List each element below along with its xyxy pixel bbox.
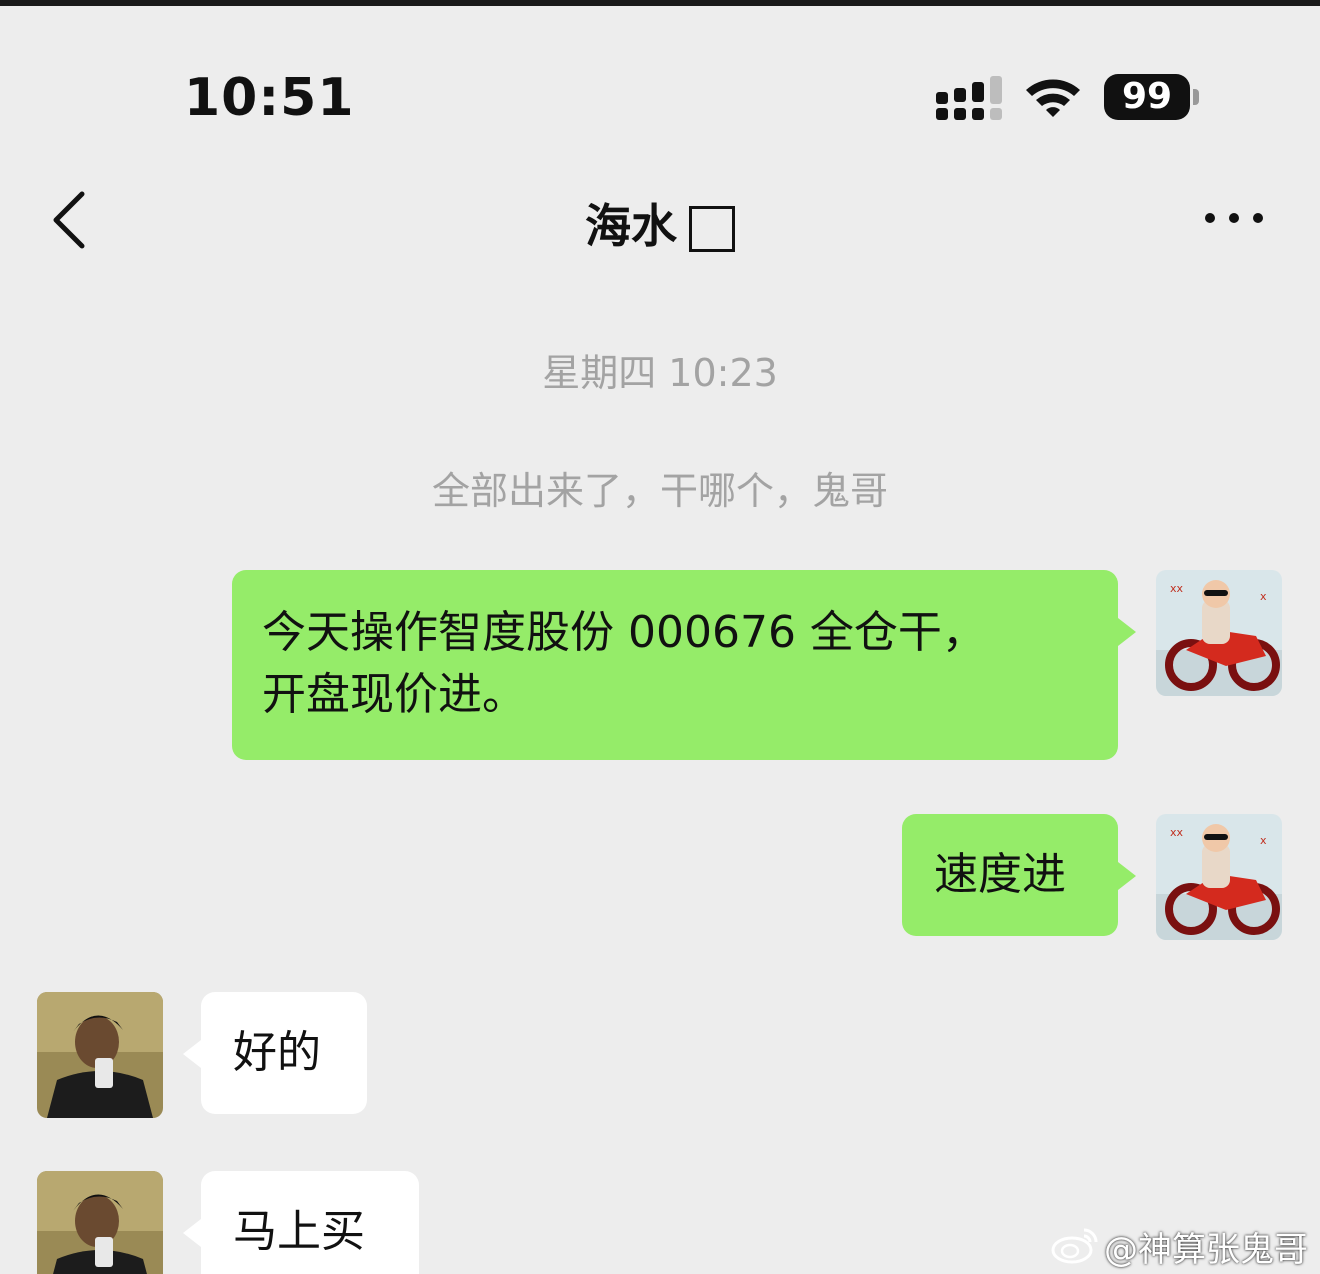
message-text: 好的	[233, 1027, 321, 1078]
message-text: 马上买	[233, 1206, 365, 1257]
contact-name: 海水	[585, 199, 677, 253]
weibo-logo-icon	[1051, 1228, 1098, 1264]
message-text: 速度进	[934, 849, 1066, 900]
bubble-tail	[183, 1219, 201, 1247]
battery-level: 99	[1104, 74, 1190, 120]
svg-text:x: x	[1260, 590, 1267, 603]
bubble-tail	[1118, 862, 1136, 890]
svg-text:x: x	[1260, 834, 1267, 847]
chat-screen: 10:51 99 海水 星期四 10:23 全部出来了，干哪个，鬼哥 今天操作智…	[0, 0, 1320, 1274]
bubble-tail	[183, 1040, 201, 1068]
more-options-icon[interactable]	[1202, 210, 1266, 226]
avatar-contact[interactable]	[37, 1171, 163, 1274]
bubble-tail	[1118, 618, 1136, 646]
missing-glyph-box	[689, 206, 735, 252]
svg-text:xx: xx	[1170, 582, 1184, 595]
top-edge	[0, 0, 1320, 6]
wifi-icon	[1026, 79, 1080, 117]
chat-title: 海水	[0, 190, 1320, 256]
message-text-line: 开盘现价进。	[262, 669, 526, 720]
avatar-contact[interactable]	[37, 992, 163, 1118]
message-bubble-contact[interactable]: 好的	[201, 992, 367, 1114]
svg-text:xx: xx	[1170, 826, 1184, 839]
cellular-signal-icon	[936, 76, 1002, 120]
avatar-self[interactable]: xx x	[1156, 814, 1282, 940]
battery-tip	[1193, 89, 1199, 105]
message-bubble-self[interactable]: 速度进	[902, 814, 1118, 936]
message-bubble-self[interactable]: 今天操作智度股份 000676 全仓干， 开盘现价进。	[232, 570, 1118, 760]
avatar-self[interactable]: xx x	[1156, 570, 1282, 696]
battery-indicator: 99	[1104, 74, 1200, 120]
message-text-line: 今天操作智度股份 000676 全仓干，	[262, 607, 986, 658]
watermark-text: @神算张鬼哥	[1104, 1230, 1308, 1270]
system-message: 全部出来了，干哪个，鬼哥	[431, 469, 888, 513]
message-bubble-contact[interactable]: 马上买	[201, 1171, 419, 1274]
message-timestamp: 星期四 10:23	[542, 351, 778, 395]
status-time: 10:51	[184, 68, 355, 128]
